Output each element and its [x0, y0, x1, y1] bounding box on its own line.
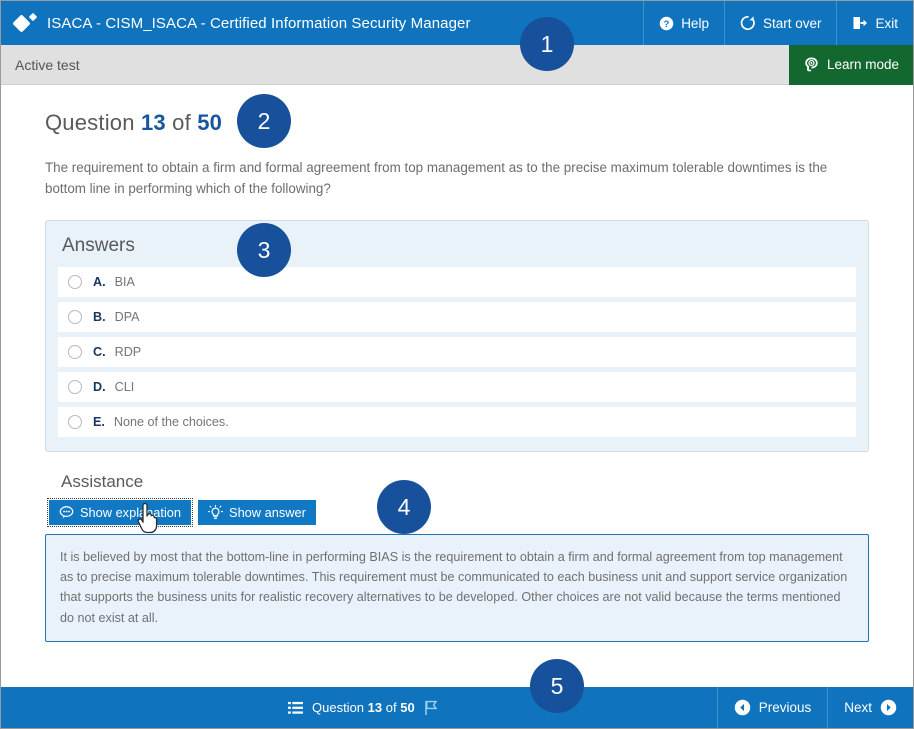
next-button-label: Next — [844, 700, 872, 715]
radio-button-d[interactable] — [68, 380, 82, 394]
answer-letter-a: A. — [93, 275, 106, 289]
previous-button[interactable]: Previous — [717, 687, 828, 728]
list-icon[interactable] — [288, 701, 303, 715]
footer-navigation-bar: Question 13 of 50 Previous Next — [1, 687, 913, 728]
lightbulb-icon — [208, 505, 223, 520]
answer-text-b: DPA — [115, 310, 140, 324]
question-total: 50 — [197, 110, 222, 135]
radio-button-c[interactable] — [68, 345, 82, 359]
answer-option-e[interactable]: E. None of the choices. — [58, 407, 856, 437]
assistance-section: Assistance Show explanation — [45, 468, 869, 643]
start-over-button-label: Start over — [763, 16, 822, 31]
radio-button-b[interactable] — [68, 310, 82, 324]
main-content: Question 13 of 50 The requirement to obt… — [1, 86, 913, 688]
show-answer-button[interactable]: Show answer — [198, 500, 316, 525]
chevron-right-circle-icon — [880, 699, 897, 716]
start-over-button[interactable]: Start over — [724, 1, 837, 45]
next-button[interactable]: Next — [827, 687, 913, 728]
explanation-box: It is believed by most that the bottom-l… — [45, 534, 869, 643]
previous-button-label: Previous — [759, 700, 812, 715]
assistance-title: Assistance — [45, 468, 869, 500]
question-heading-mid: of — [172, 110, 191, 135]
isaca-logo — [15, 13, 37, 33]
app-title: ISACA - CISM_ISACA - Certified Informati… — [47, 15, 471, 32]
radio-button-e[interactable] — [68, 415, 82, 429]
question-heading-prefix: Question — [45, 110, 135, 135]
help-button-label: Help — [681, 16, 709, 31]
footer-question-label: Question 13 of 50 — [312, 700, 415, 715]
exit-door-icon — [852, 15, 868, 31]
refresh-icon — [740, 15, 756, 31]
question-text: The requirement to obtain a firm and for… — [45, 158, 869, 200]
exam-application-window: ISACA - CISM_ISACA - Certified Informati… — [0, 0, 914, 729]
answer-text-e: None of the choices. — [114, 415, 229, 429]
show-explanation-label: Show explanation — [80, 505, 181, 520]
assistance-buttons: Show explanation — [45, 500, 869, 525]
question-heading: Question 13 of 50 — [45, 110, 869, 136]
flag-question-button[interactable] — [424, 700, 438, 716]
active-test-bar: Active test Learn mode — [1, 45, 913, 85]
answer-text-a: BIA — [115, 275, 135, 289]
answer-option-d[interactable]: D. CLI — [58, 372, 856, 402]
active-test-label: Active test — [1, 57, 789, 73]
answers-panel: Answers A. BIA B. DPA C. RDP D. CLI — [45, 220, 869, 452]
question-circle-icon: ? — [659, 16, 674, 31]
help-button[interactable]: ? Help — [643, 1, 724, 45]
show-answer-label: Show answer — [229, 505, 306, 520]
speech-bubble-icon — [59, 505, 74, 520]
answer-option-a[interactable]: A. BIA — [58, 267, 856, 297]
footer-question-total: 50 — [400, 700, 414, 715]
answer-letter-c: C. — [93, 345, 106, 359]
show-explanation-button[interactable]: Show explanation — [49, 500, 191, 525]
exit-button-label: Exit — [875, 16, 898, 31]
question-number: 13 — [141, 110, 166, 135]
chevron-left-circle-icon — [734, 699, 751, 716]
svg-text:?: ? — [664, 18, 670, 28]
footer-question-number: 13 — [368, 700, 382, 715]
answer-letter-d: D. — [93, 380, 106, 394]
flag-icon — [424, 700, 438, 716]
learn-mode-label: Learn mode — [827, 57, 899, 72]
answer-letter-b: B. — [93, 310, 106, 324]
brand-area: ISACA - CISM_ISACA - Certified Informati… — [1, 1, 643, 45]
brain-gear-icon — [803, 56, 820, 73]
footer-question-prefix: Question — [312, 700, 364, 715]
answer-letter-e: E. — [93, 415, 105, 429]
answer-text-d: CLI — [115, 380, 135, 394]
radio-button-a[interactable] — [68, 275, 82, 289]
answer-text-c: RDP — [115, 345, 142, 359]
exit-button[interactable]: Exit — [836, 1, 913, 45]
answer-option-b[interactable]: B. DPA — [58, 302, 856, 332]
top-header-bar: ISACA - CISM_ISACA - Certified Informati… — [1, 1, 913, 45]
answer-option-c[interactable]: C. RDP — [58, 337, 856, 367]
learn-mode-button[interactable]: Learn mode — [789, 45, 913, 85]
footer-question-mid: of — [386, 700, 397, 715]
answers-title: Answers — [58, 233, 856, 267]
footer-question-indicator: Question 13 of 50 — [280, 700, 438, 716]
